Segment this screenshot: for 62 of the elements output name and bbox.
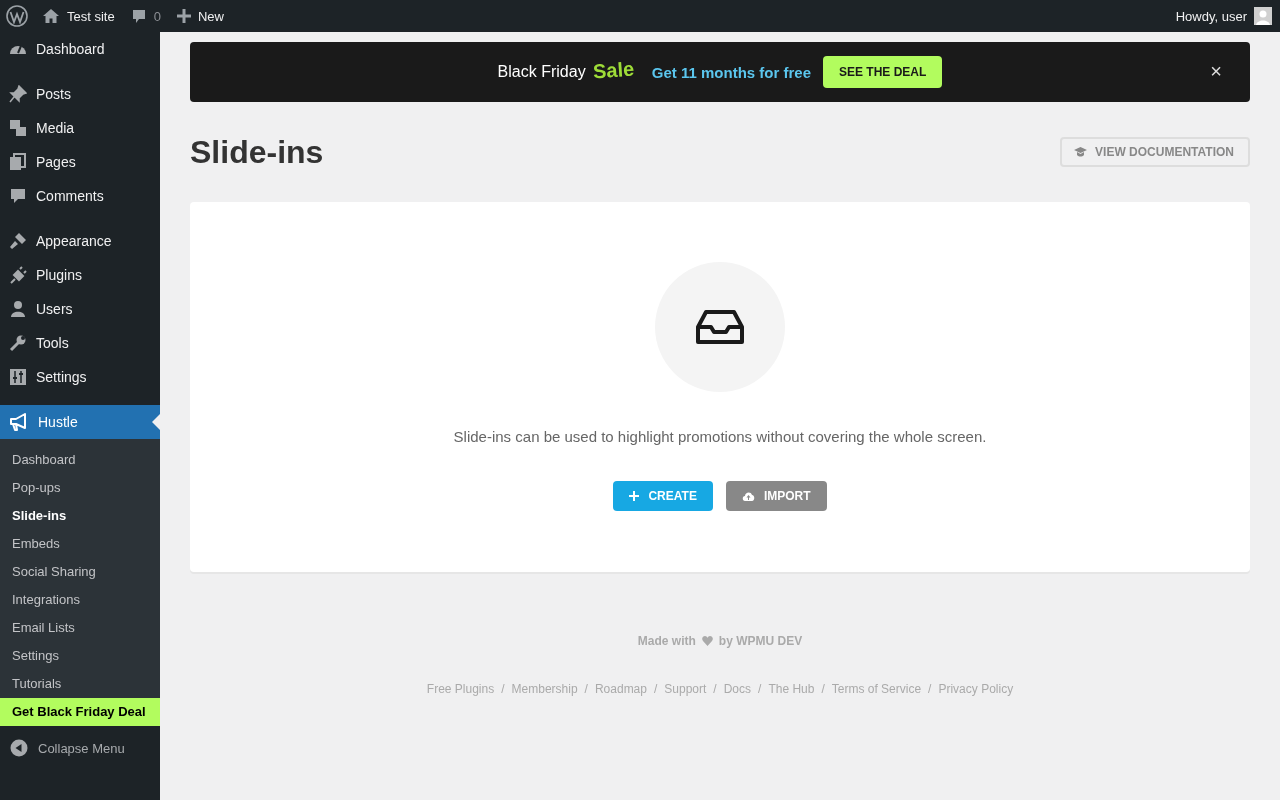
comment-icon (9, 187, 27, 205)
wordpress-logo-icon[interactable] (6, 5, 28, 27)
sidebar-item[interactable]: Plugins (0, 258, 160, 292)
submenu-item[interactable]: Slide-ins (0, 502, 160, 530)
by-wpmu-dev-text: by WPMU DEV (718, 634, 803, 648)
sidebar-item[interactable]: Comments (0, 179, 160, 213)
megaphone-icon (9, 413, 29, 431)
separator: / (713, 682, 717, 696)
submenu-item[interactable]: Tutorials (0, 670, 160, 698)
separator: / (928, 682, 932, 696)
comment-icon (130, 8, 147, 24)
sidebar-item[interactable]: Pages (0, 145, 160, 179)
comments-link[interactable]: 0 (130, 8, 161, 24)
media-icon (9, 119, 27, 137)
paintbrush-icon (9, 232, 27, 250)
see-deal-button[interactable]: SEE THE DEAL (823, 56, 943, 88)
new-content-link[interactable]: New (176, 8, 224, 24)
avatar-icon (1254, 7, 1272, 25)
separator: / (653, 682, 658, 696)
sidebar-item[interactable]: Media (0, 111, 160, 145)
heart-icon (701, 636, 713, 646)
submenu-item[interactable]: Settings (0, 642, 160, 670)
submenu-item[interactable]: Integrations (0, 586, 160, 614)
sidebar-item[interactable]: Posts (0, 77, 160, 111)
account-link[interactable]: Howdy, user (1175, 7, 1272, 25)
made-with-text: Made with (637, 634, 696, 648)
plug-icon (9, 266, 27, 284)
sidebar-item[interactable]: Dashboard (0, 32, 160, 66)
separator: / (758, 682, 762, 696)
separator: / (501, 682, 505, 696)
submenu-item[interactable]: Dashboard (0, 446, 160, 474)
plus-icon (176, 9, 191, 23)
separator: / (584, 682, 588, 696)
separator: / (821, 682, 825, 696)
home-icon (42, 8, 60, 24)
wrench-icon (9, 334, 27, 352)
banner-title: Black Friday (497, 63, 586, 81)
collapse-menu-button[interactable]: Collapse Menu (0, 732, 160, 764)
sidebar-item[interactable]: Tools (0, 326, 160, 360)
submenu-item[interactable]: Email Lists (0, 614, 160, 642)
empty-state-message: Slide-ins can be used to highlight promotions without covering the whole screen. (453, 428, 987, 445)
cloud-upload-icon (741, 491, 755, 501)
pushpin-icon (9, 85, 27, 103)
close-button[interactable]: × (1204, 60, 1228, 82)
submenu-item[interactable]: Embeds (0, 530, 160, 558)
import-button[interactable]: IMPORT (725, 481, 827, 511)
submenu-item[interactable]: Get Black Friday Deal (0, 698, 160, 726)
page-title: Slide-ins (190, 133, 324, 172)
user-icon (9, 300, 27, 318)
graduation-cap-icon (1074, 147, 1088, 157)
pages-icon (9, 153, 27, 171)
sliders-icon (9, 368, 27, 386)
sidebar-item[interactable]: Settings (0, 360, 160, 394)
banner-sale-text: Sale (591, 57, 635, 83)
banner-offer: Get 11 months for free (651, 63, 811, 81)
sidebar-item[interactable]: Hustle (0, 405, 160, 439)
site-name-link[interactable]: Test site (42, 8, 115, 24)
sidebar-item[interactable]: Appearance (0, 224, 160, 258)
submenu-item[interactable]: Pop-ups (0, 474, 160, 502)
plus-icon (629, 491, 640, 501)
submenu-item[interactable]: Social Sharing (0, 558, 160, 586)
sidebar-item[interactable]: Users (0, 292, 160, 326)
